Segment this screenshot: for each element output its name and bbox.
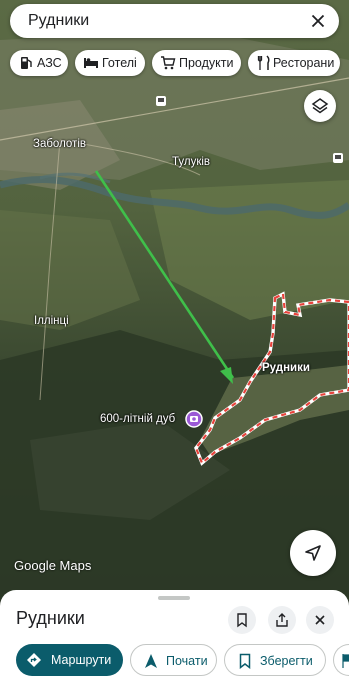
chip-groceries[interactable]: Продукти (152, 50, 241, 76)
layers-icon (311, 98, 329, 114)
search-query[interactable]: Рудники (28, 12, 89, 30)
save-button[interactable]: Зберегти (224, 644, 326, 676)
bed-icon (84, 58, 98, 68)
drag-handle[interactable] (158, 596, 190, 600)
layers-button[interactable] (304, 90, 336, 122)
my-location-button[interactable] (290, 530, 336, 576)
directions-button[interactable]: Маршрути (16, 644, 123, 676)
bookmark-icon (237, 613, 247, 628)
share-button[interactable] (268, 606, 296, 634)
cart-icon (161, 56, 176, 70)
share-icon (276, 613, 288, 627)
chip-hotels[interactable]: Готелі (75, 50, 145, 76)
chip-restaurants[interactable]: Ресторани (248, 50, 340, 76)
navigation-arrow-icon (305, 545, 321, 561)
poi-label-oak[interactable]: 600-літній дуб (100, 413, 175, 425)
flag-icon (342, 654, 349, 668)
navigation-icon (145, 654, 157, 668)
place-bottom-sheet[interactable]: Рудники Маршрути Почати Зберегти (0, 590, 349, 698)
place-label-tulukiv[interactable]: Тулуків (172, 156, 210, 168)
google-maps-logo: Google Maps (14, 558, 92, 573)
bookmark-icon (239, 653, 251, 669)
place-label-illintsi[interactable]: Іллінці (34, 315, 69, 327)
fork-knife-icon (257, 55, 270, 70)
close-icon[interactable] (307, 10, 329, 32)
place-title: Рудники (16, 608, 85, 628)
more-actions-button[interactable] (333, 644, 349, 676)
directions-icon (27, 653, 41, 667)
chip-gas-stations[interactable]: АЗС (10, 50, 68, 76)
close-icon (315, 615, 325, 625)
close-sheet-button[interactable] (306, 606, 334, 634)
start-navigation-button[interactable]: Почати (130, 644, 217, 676)
gas-station-icon (21, 57, 32, 69)
satellite-map[interactable] (0, 0, 349, 600)
save-icon-button[interactable] (228, 606, 256, 634)
place-label-zabolotiv[interactable]: Заболотів (33, 138, 86, 150)
search-bar[interactable]: Рудники (10, 4, 339, 38)
place-label-rudnyky[interactable]: Рудники (262, 362, 310, 374)
